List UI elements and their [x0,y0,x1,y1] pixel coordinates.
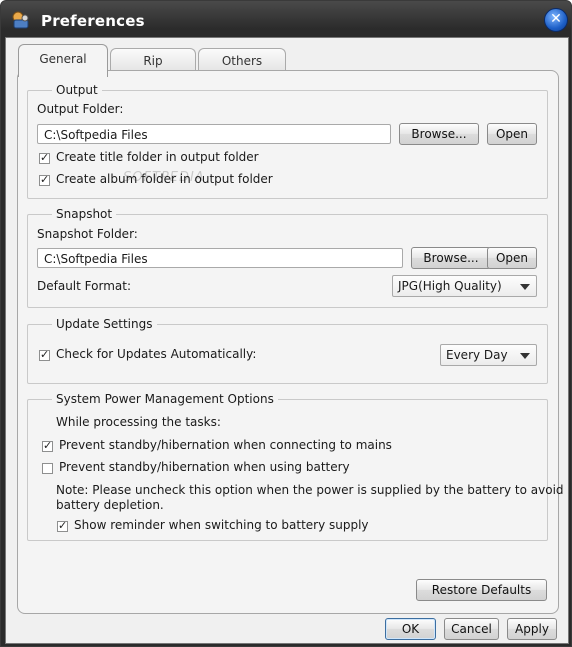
update-frequency-value: Every Day [446,348,508,362]
snapshot-browse-button[interactable]: Browse... [411,247,491,269]
auto-update-checkbox[interactable] [39,348,50,361]
title-folder-checkbox[interactable] [39,151,50,164]
power-note-line1: Note: Please uncheck this option when th… [56,483,564,497]
title-bar: Preferences ✕ [1,1,571,37]
prevent-mains-checkbox[interactable] [42,439,53,452]
apply-button[interactable]: Apply [507,618,557,640]
chevron-down-icon [520,284,530,290]
default-format-value: JPG(High Quality) [398,279,502,293]
preferences-window: Preferences ✕ General Rip Others Output … [0,0,572,647]
dialog-body: General Rip Others Output Output Folder:… [5,37,569,644]
snapshot-folder-input[interactable]: C:\Softpedia Files [37,248,403,268]
window-title: Preferences [41,12,145,30]
restore-defaults-button[interactable]: Restore Defaults [416,579,547,601]
power-intro-text: While processing the tasks: [56,415,221,429]
app-icon [12,11,29,29]
prevent-battery-checkbox[interactable] [42,463,53,474]
power-note-line2: battery depletion. [56,498,164,512]
album-folder-checkbox[interactable] [39,173,50,186]
close-icon[interactable]: ✕ [544,8,568,32]
battery-reminder-checkbox[interactable] [57,519,68,532]
output-legend: Output [52,83,102,97]
output-folder-label: Output Folder: [37,102,124,116]
watermark: SOFTPEDIA [123,170,205,185]
battery-reminder-label: Show reminder when switching to battery … [74,518,369,532]
snapshot-open-button[interactable]: Open [487,247,537,269]
tab-general[interactable]: General [18,44,108,77]
snapshot-folder-label: Snapshot Folder: [37,227,138,241]
default-format-select[interactable]: JPG(High Quality) [392,275,537,297]
output-folder-input[interactable]: C:\Softpedia Files [37,124,391,144]
ok-button[interactable]: OK [385,618,436,640]
prevent-battery-label: Prevent standby/hibernation when using b… [59,460,350,474]
chevron-down-icon [520,353,530,359]
prevent-mains-label: Prevent standby/hibernation when connect… [59,438,392,452]
output-browse-button[interactable]: Browse... [399,123,479,145]
auto-update-label: Check for Updates Automatically: [56,347,257,361]
default-format-label: Default Format: [37,279,131,293]
output-open-button[interactable]: Open [487,123,537,145]
title-folder-label: Create title folder in output folder [56,150,259,164]
snapshot-legend: Snapshot [52,207,117,221]
cancel-button[interactable]: Cancel [444,618,499,640]
general-panel: Output Output Folder: C:\Softpedia Files… [17,70,564,614]
update-legend: Update Settings [52,317,157,331]
power-management-group: System Power Management Options While pr… [27,392,564,541]
snapshot-group: Snapshot Snapshot Folder: C:\Softpedia F… [27,207,548,308]
update-settings-group: Update Settings Check for Updates Automa… [27,317,548,384]
update-frequency-select[interactable]: Every Day [440,344,537,366]
output-group: Output Output Folder: C:\Softpedia Files… [27,83,548,199]
power-legend: System Power Management Options [52,392,278,406]
